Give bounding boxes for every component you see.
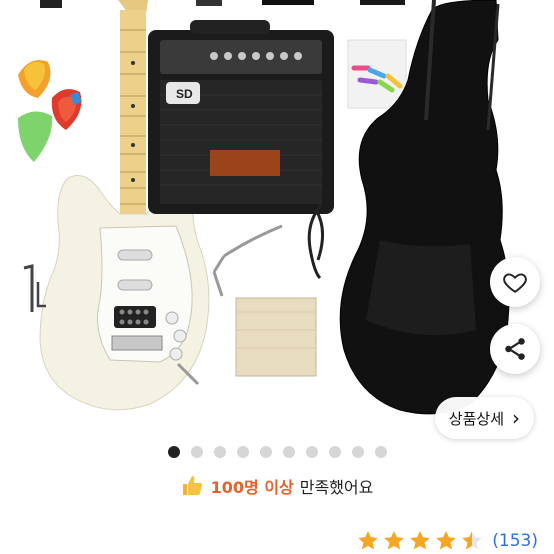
- heart-icon: [503, 273, 527, 293]
- gallery-dot[interactable]: [167, 446, 180, 458]
- gallery-dot[interactable]: [351, 446, 364, 458]
- share-icon: [505, 338, 525, 360]
- star-icon: [436, 531, 457, 550]
- favorite-button[interactable]: [490, 257, 540, 307]
- product-detail-button[interactable]: 상품상세 ›: [434, 397, 534, 439]
- review-count[interactable]: (153): [492, 531, 538, 551]
- satisfaction-count: 100명 이상: [210, 478, 294, 497]
- gallery-pagination: [0, 446, 554, 458]
- star-icon: [410, 531, 431, 550]
- gallery-dot[interactable]: [328, 446, 341, 458]
- chevron-right-icon: ›: [512, 406, 520, 430]
- star-icon: [384, 531, 405, 550]
- satisfaction-text: 만족했어요: [299, 478, 374, 497]
- product-image[interactable]: SD: [0, 0, 554, 432]
- gallery-dot[interactable]: [236, 446, 249, 458]
- share-button[interactable]: [490, 324, 540, 374]
- thumbs-up-icon: [182, 476, 202, 495]
- gallery-dot[interactable]: [282, 446, 295, 458]
- satisfaction-banner: 100명 이상 만족했어요: [0, 474, 554, 498]
- star-icon: [358, 531, 379, 550]
- gallery-dot[interactable]: [213, 446, 226, 458]
- gallery-dot[interactable]: [259, 446, 272, 458]
- star-icon: [462, 531, 483, 550]
- star-rating: [356, 529, 484, 553]
- guitar-set-photo: SD: [18, 0, 510, 415]
- gallery-dot[interactable]: [190, 446, 203, 458]
- amp-brand-logo: SD: [176, 87, 193, 101]
- gallery-dot[interactable]: [374, 446, 387, 458]
- product-detail-label: 상품상세: [448, 409, 504, 428]
- rating-summary[interactable]: (153): [356, 529, 538, 553]
- gallery-dot[interactable]: [305, 446, 318, 458]
